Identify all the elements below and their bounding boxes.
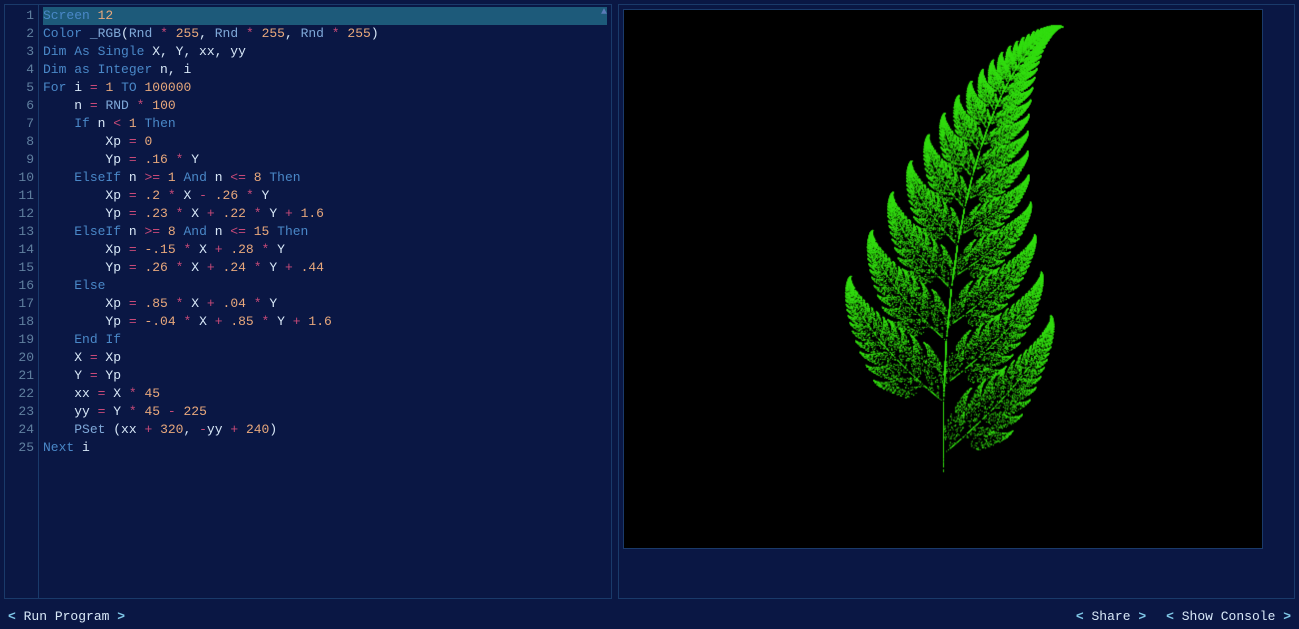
line-number: 11: [7, 187, 34, 205]
code-line[interactable]: Else: [43, 277, 607, 295]
line-number: 19: [7, 331, 34, 349]
code-line[interactable]: Dim As Single X, Y, xx, yy: [43, 43, 607, 61]
code-line[interactable]: ElseIf n >= 8 And n <= 15 Then: [43, 223, 607, 241]
show-console-button[interactable]: < Show Console >: [1166, 609, 1291, 624]
line-number: 4: [7, 61, 34, 79]
line-number-gutter: 1234567891011121314151617181920212223242…: [5, 5, 39, 598]
line-number: 15: [7, 259, 34, 277]
scroll-indicator-icon: ▲: [601, 7, 609, 19]
code-line[interactable]: Screen 12: [43, 7, 607, 25]
code-line[interactable]: End If: [43, 331, 607, 349]
output-panel: [618, 4, 1295, 599]
code-line[interactable]: Y = Yp: [43, 367, 607, 385]
line-number: 1: [7, 7, 34, 25]
code-editor[interactable]: Screen 12Color _RGB(Rnd * 255, Rnd * 255…: [39, 5, 611, 598]
line-number: 7: [7, 115, 34, 133]
code-line[interactable]: For i = 1 TO 100000: [43, 79, 607, 97]
code-line[interactable]: PSet (xx + 320, -yy + 240): [43, 421, 607, 439]
share-button[interactable]: < Share >: [1076, 609, 1146, 624]
code-line[interactable]: xx = X * 45: [43, 385, 607, 403]
line-number: 8: [7, 133, 34, 151]
line-number: 5: [7, 79, 34, 97]
line-number: 9: [7, 151, 34, 169]
line-number: 12: [7, 205, 34, 223]
code-line[interactable]: Color _RGB(Rnd * 255, Rnd * 255, Rnd * 2…: [43, 25, 607, 43]
line-number: 3: [7, 43, 34, 61]
code-line[interactable]: Xp = .2 * X - .26 * Y: [43, 187, 607, 205]
line-number: 6: [7, 97, 34, 115]
footer-bar: < Run Program > < Share > < Show Console…: [0, 603, 1299, 629]
line-number: 24: [7, 421, 34, 439]
line-number: 10: [7, 169, 34, 187]
code-line[interactable]: If n < 1 Then: [43, 115, 607, 133]
line-number: 14: [7, 241, 34, 259]
code-line[interactable]: Yp = .23 * X + .22 * Y + 1.6: [43, 205, 607, 223]
code-line[interactable]: Yp = -.04 * X + .85 * Y + 1.6: [43, 313, 607, 331]
code-line[interactable]: yy = Y * 45 - 225: [43, 403, 607, 421]
line-number: 13: [7, 223, 34, 241]
line-number: 21: [7, 367, 34, 385]
line-number: 17: [7, 295, 34, 313]
code-line[interactable]: Xp = -.15 * X + .28 * Y: [43, 241, 607, 259]
line-number: 16: [7, 277, 34, 295]
code-line[interactable]: Dim as Integer n, i: [43, 61, 607, 79]
line-number: 22: [7, 385, 34, 403]
run-program-button[interactable]: < Run Program >: [8, 609, 125, 624]
line-number: 23: [7, 403, 34, 421]
code-line[interactable]: Yp = .26 * X + .24 * Y + .44: [43, 259, 607, 277]
program-output-canvas: [623, 9, 1263, 549]
code-line[interactable]: Next i: [43, 439, 607, 457]
line-number: 18: [7, 313, 34, 331]
code-line[interactable]: Xp = .85 * X + .04 * Y: [43, 295, 607, 313]
line-number: 25: [7, 439, 34, 457]
code-line[interactable]: n = RND * 100: [43, 97, 607, 115]
code-line[interactable]: ElseIf n >= 1 And n <= 8 Then: [43, 169, 607, 187]
code-line[interactable]: X = Xp: [43, 349, 607, 367]
line-number: 20: [7, 349, 34, 367]
code-line[interactable]: Xp = 0: [43, 133, 607, 151]
code-editor-panel: 1234567891011121314151617181920212223242…: [4, 4, 612, 599]
line-number: 2: [7, 25, 34, 43]
code-line[interactable]: Yp = .16 * Y: [43, 151, 607, 169]
